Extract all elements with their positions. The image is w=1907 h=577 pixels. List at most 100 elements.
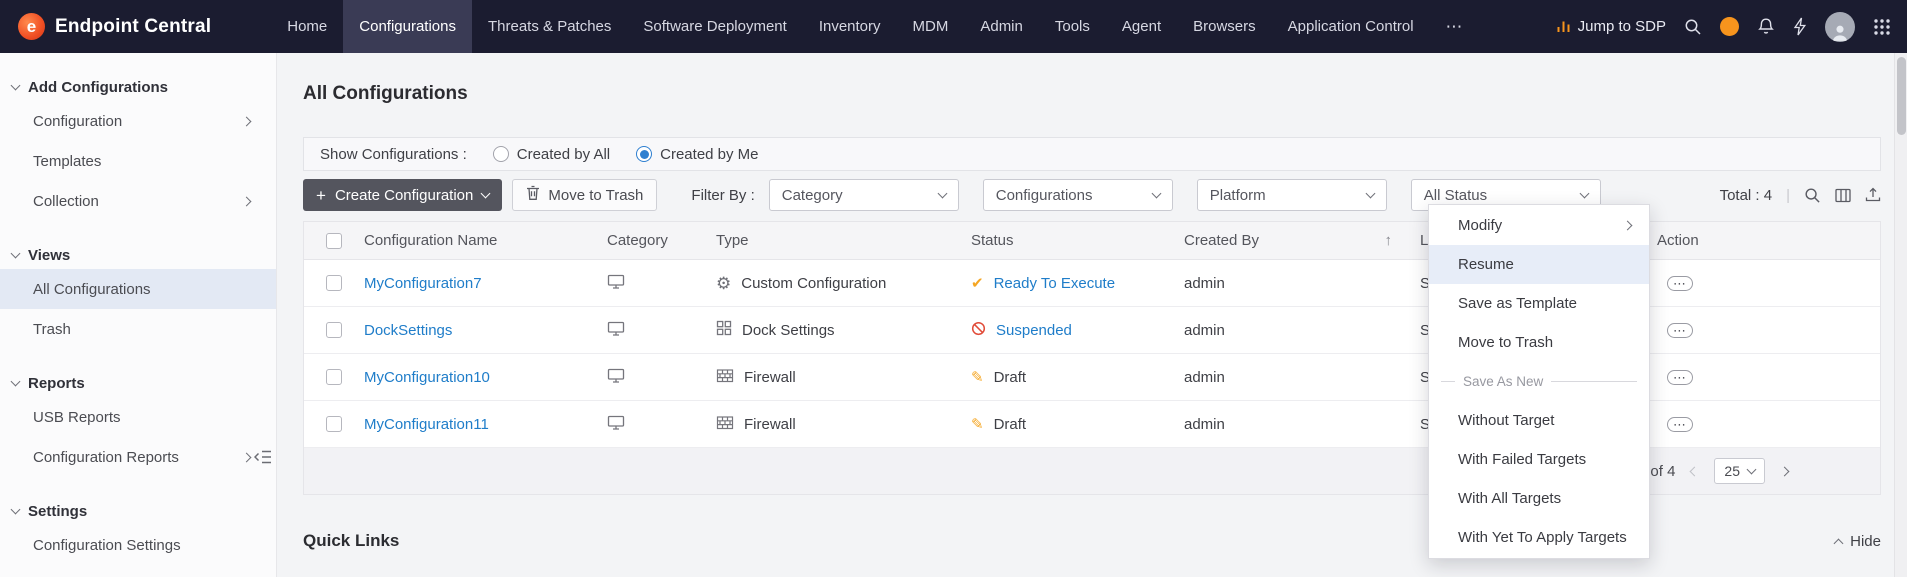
nav-home[interactable]: Home [271, 0, 343, 53]
page-scrollbar[interactable] [1894, 53, 1907, 577]
configuration-name-link[interactable]: MyConfiguration7 [364, 275, 482, 292]
configuration-name-link[interactable]: MyConfiguration11 [364, 416, 489, 433]
menu-item-without-target[interactable]: Without Target [1429, 401, 1649, 440]
pagination-next-button[interactable] [1779, 466, 1790, 476]
select-all-checkbox[interactable] [326, 232, 342, 249]
configurations-filter-select[interactable]: Configurations [982, 179, 1173, 211]
divider-line [1441, 381, 1455, 382]
page-size-select[interactable]: 25 [1714, 458, 1765, 484]
select-value: Platform [1209, 186, 1266, 204]
sidebar-section-reports: Reports USB Reports Configuration Report… [0, 349, 276, 477]
sidebar-header-settings[interactable]: Settings [0, 497, 276, 525]
row-checkbox[interactable] [326, 275, 342, 291]
export-icon[interactable] [1865, 187, 1881, 203]
chevron-down-icon [937, 188, 948, 198]
nav-more-icon[interactable]: ⋯ [1430, 0, 1480, 53]
nav-browsers[interactable]: Browsers [1177, 0, 1272, 53]
status-link[interactable]: Ready To Execute [994, 275, 1115, 292]
user-avatar[interactable] [1825, 11, 1855, 42]
brand[interactable]: e Endpoint Central [0, 0, 271, 53]
row-checkbox[interactable] [326, 369, 342, 385]
column-chooser-icon[interactable] [1835, 188, 1851, 203]
sidebar-header-add-configurations[interactable]: Add Configurations [0, 73, 276, 101]
apps-grid-icon[interactable] [1873, 18, 1891, 36]
scrollbar-thumb[interactable] [1897, 57, 1906, 135]
sidebar-item-configuration-settings[interactable]: Configuration Settings [0, 525, 276, 565]
type-label: Custom Configuration [741, 274, 887, 292]
create-configuration-label: Create Configuration [334, 186, 474, 204]
row-actions-button[interactable]: ⋯ [1667, 370, 1693, 385]
sidebar-item-all-configurations[interactable]: All Configurations [0, 269, 276, 309]
move-to-trash-button[interactable]: Move to Trash [512, 179, 658, 211]
row-actions-button[interactable]: ⋯ [1667, 323, 1693, 338]
category-filter-select[interactable]: Category [768, 179, 959, 211]
header-type[interactable]: Type [716, 232, 971, 249]
menu-item-label: Without Target [1458, 412, 1555, 429]
header-status[interactable]: Status [971, 232, 1184, 249]
nav-admin[interactable]: Admin [964, 0, 1039, 53]
page-size-value: 25 [1724, 463, 1740, 479]
sidebar-header-reports[interactable]: Reports [0, 369, 276, 397]
sidebar-item-trash[interactable]: Trash [0, 309, 276, 349]
sidebar-item-configuration[interactable]: Configuration [0, 101, 276, 141]
sidebar-item-collection[interactable]: Collection [0, 181, 276, 221]
header-created-by[interactable]: Created By ↑ [1184, 232, 1420, 249]
nav-inventory[interactable]: Inventory [803, 0, 897, 53]
hide-label: Hide [1850, 532, 1881, 550]
platform-filter-select[interactable]: Platform [1196, 179, 1387, 211]
status-label: Draft [993, 415, 1027, 433]
row-actions-button[interactable]: ⋯ [1667, 417, 1693, 432]
radio-created-by-me[interactable]: Created by Me [636, 146, 759, 163]
status-link[interactable]: Suspended [996, 322, 1072, 339]
configuration-name-link[interactable]: MyConfiguration10 [364, 369, 490, 386]
radio-label: Created by All [516, 145, 611, 163]
nav-agent[interactable]: Agent [1106, 0, 1177, 53]
row-checkbox[interactable] [326, 322, 342, 338]
sidebar-item-configuration-reports[interactable]: Configuration Reports [0, 437, 276, 477]
quick-links-title: Quick Links [303, 531, 400, 550]
nav-application-control[interactable]: Application Control [1272, 0, 1430, 53]
trash-icon [526, 185, 540, 205]
search-icon[interactable] [1684, 18, 1702, 36]
nav-software-deployment[interactable]: Software Deployment [627, 0, 802, 53]
menu-item-with-yet-to-apply-targets[interactable]: With Yet To Apply Targets [1429, 518, 1649, 557]
row-checkbox[interactable] [326, 416, 342, 432]
jump-to-sdp-button[interactable]: Jump to SDP [1556, 18, 1666, 35]
menu-item-with-all-targets[interactable]: With All Targets [1429, 479, 1649, 518]
header-category[interactable]: Category [607, 232, 716, 249]
table-search-icon[interactable] [1804, 187, 1821, 204]
total-count-label: Total : 4 [1719, 186, 1773, 204]
menu-item-move-to-trash[interactable]: Move to Trash [1429, 323, 1649, 362]
radio-created-by-all[interactable]: Created by All [492, 145, 611, 163]
sidebar-item-templates[interactable]: Templates [0, 141, 276, 181]
section-title: Add Configurations [28, 78, 168, 96]
configuration-name-link[interactable]: DockSettings [364, 322, 452, 339]
chevron-down-icon [1746, 464, 1757, 474]
row-actions-button[interactable]: ⋯ [1667, 276, 1693, 291]
create-configuration-button[interactable]: + Create Configuration [303, 179, 503, 211]
topbar-right-cluster: Jump to SDP [1556, 0, 1907, 53]
header-configuration-name[interactable]: Configuration Name [364, 232, 607, 249]
menu-item-resume[interactable]: Resume [1429, 245, 1649, 284]
menu-item-save-as-template[interactable]: Save as Template [1429, 284, 1649, 323]
sidebar-header-views[interactable]: Views [0, 241, 276, 269]
sort-ascending-icon[interactable]: ↑ [1385, 232, 1393, 249]
select-value: All Status [1423, 186, 1488, 204]
sidebar-item-label: All Configurations [33, 280, 151, 298]
quick-actions-bolt-icon[interactable] [1793, 17, 1807, 36]
sidebar-item-usb-reports[interactable]: USB Reports [0, 397, 276, 437]
sidebar-section-views: Views All Configurations Trash [0, 221, 276, 349]
nav-threats-patches[interactable]: Threats & Patches [472, 0, 627, 53]
hide-quick-links-button[interactable]: Hide [1833, 532, 1881, 550]
offers-badge-icon[interactable] [1720, 17, 1739, 36]
notifications-bell-icon[interactable] [1757, 17, 1775, 36]
show-configurations-bar: Show Configurations : Created by All Cre… [303, 137, 1881, 171]
nav-mdm[interactable]: MDM [897, 0, 965, 53]
pagination-prev-button[interactable] [1689, 466, 1700, 476]
menu-item-modify[interactable]: Modify [1429, 206, 1649, 245]
menu-item-label: With Yet To Apply Targets [1458, 529, 1627, 546]
menu-item-with-failed-targets[interactable]: With Failed Targets [1429, 440, 1649, 479]
nav-configurations[interactable]: Configurations [343, 0, 472, 53]
nav-tools[interactable]: Tools [1039, 0, 1106, 53]
sidebar-collapse-icon[interactable] [252, 446, 274, 473]
